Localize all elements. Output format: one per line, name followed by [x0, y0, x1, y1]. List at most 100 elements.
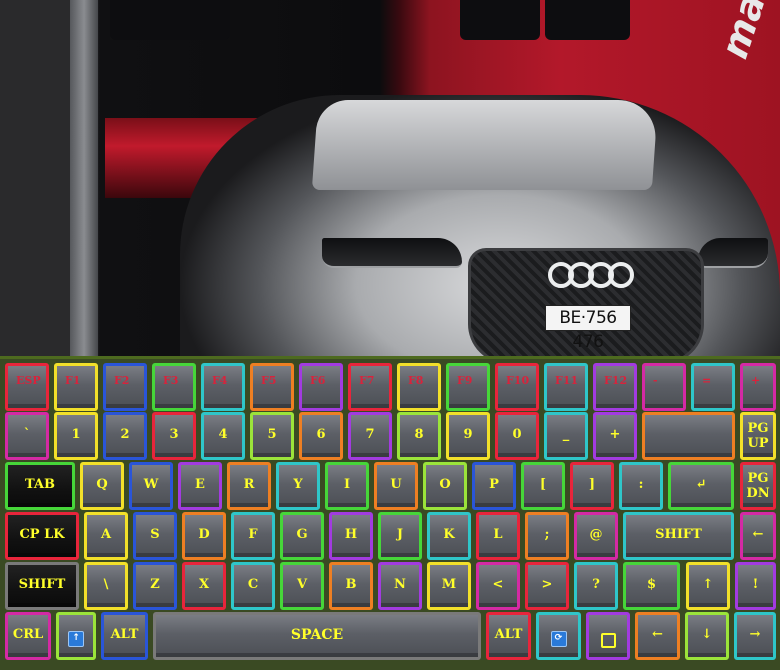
key-n[interactable]: N — [378, 562, 422, 610]
key-label: U — [390, 477, 402, 492]
key-refresh[interactable]: ⟳ — [536, 612, 581, 660]
key-u[interactable]: U — [374, 462, 418, 510]
key-label: CRL — [12, 627, 44, 642]
key-f11[interactable]: F11 — [544, 363, 588, 411]
key-3[interactable]: 3 — [152, 412, 196, 460]
key-right-bracket[interactable]: ] — [570, 462, 614, 510]
key-f3[interactable]: F3 — [152, 363, 196, 411]
key-label: SHIFT — [18, 577, 66, 592]
key-left-bracket[interactable]: [ — [521, 462, 565, 510]
key-0[interactable]: 0 — [495, 412, 539, 460]
key-v[interactable]: V — [280, 562, 324, 610]
key-1[interactable]: 1 — [54, 412, 98, 460]
key-l[interactable]: L — [476, 512, 520, 560]
key-pg-up[interactable]: PG UP — [740, 412, 776, 460]
key-alt[interactable]: ALT — [101, 612, 148, 660]
key-arrow-up[interactable]: ↑ — [686, 562, 730, 610]
key-e[interactable]: E — [178, 462, 222, 510]
license-plate: BE·756 476 — [545, 305, 631, 352]
key-arrow-left[interactable]: ← — [740, 512, 776, 560]
key-shift[interactable]: SHIFT — [623, 512, 734, 560]
key-question[interactable]: ? — [574, 562, 618, 610]
key-plus[interactable]: + — [740, 363, 776, 411]
key-label: SPACE — [290, 627, 344, 643]
key-colon[interactable]: : — [619, 462, 663, 510]
key-i[interactable]: I — [325, 462, 369, 510]
key-h[interactable]: H — [329, 512, 373, 560]
key-f7[interactable]: F7 — [348, 363, 392, 411]
key-label: W — [143, 477, 159, 492]
key-space[interactable]: SPACE — [153, 612, 481, 660]
key-label: 1 — [71, 427, 81, 442]
key-8[interactable]: 8 — [397, 412, 441, 460]
key-4[interactable]: 4 — [201, 412, 245, 460]
key-esp[interactable]: ESP — [5, 363, 49, 411]
key-label: Y — [293, 477, 303, 492]
key-9[interactable]: 9 — [446, 412, 490, 460]
key-f2[interactable]: F2 — [103, 363, 147, 411]
key-f12[interactable]: F12 — [593, 363, 637, 411]
key-r[interactable]: R — [227, 462, 271, 510]
key-less-than[interactable]: < — [476, 562, 520, 610]
key-g[interactable]: G — [280, 512, 324, 560]
key-b[interactable]: B — [329, 562, 373, 610]
key-c[interactable]: C — [231, 562, 275, 610]
key-f[interactable]: F — [231, 512, 275, 560]
key-o[interactable]: O — [423, 462, 467, 510]
key-d[interactable]: D — [182, 512, 226, 560]
key-blank[interactable] — [642, 412, 735, 460]
key-plus[interactable]: + — [593, 412, 637, 460]
key-2[interactable]: 2 — [103, 412, 147, 460]
key-f9[interactable]: F9 — [446, 363, 490, 411]
key-tab[interactable]: TAB — [5, 462, 75, 510]
key-6[interactable]: 6 — [299, 412, 343, 460]
key-x[interactable]: X — [182, 562, 226, 610]
key-f1[interactable]: F1 — [54, 363, 98, 411]
key-label: ! — [752, 577, 759, 592]
key-arrow-right[interactable]: → — [734, 612, 776, 660]
key-square[interactable] — [586, 612, 630, 660]
key-backtick[interactable]: ` — [5, 412, 49, 460]
key-enter[interactable]: ↵ — [668, 462, 734, 510]
key-arrow-left[interactable]: ← — [635, 612, 680, 660]
key-minus[interactable]: - — [642, 363, 686, 411]
key-label: + — [751, 374, 761, 387]
key-exclamation[interactable]: ! — [735, 562, 776, 610]
key-7[interactable]: 7 — [348, 412, 392, 460]
key-f8[interactable]: F8 — [397, 363, 441, 411]
key-q[interactable]: Q — [80, 462, 124, 510]
key-label: ↓ — [701, 627, 713, 642]
key-s[interactable]: S — [133, 512, 177, 560]
key-f10[interactable]: F10 — [495, 363, 539, 411]
key-equals[interactable]: = — [691, 363, 735, 411]
key-alt[interactable]: ALT — [486, 612, 531, 660]
key-arrow-down[interactable]: ↓ — [685, 612, 729, 660]
key-pg-dn[interactable]: PG DN — [740, 462, 776, 510]
key-f6[interactable]: F6 — [299, 363, 343, 411]
key-k[interactable]: K — [427, 512, 471, 560]
key-j[interactable]: J — [378, 512, 422, 560]
key-semicolon[interactable]: ; — [525, 512, 569, 560]
key-backslash[interactable]: \ — [84, 562, 128, 610]
key-arrow-up[interactable]: ↑ — [56, 612, 96, 660]
key-z[interactable]: Z — [133, 562, 177, 610]
key-p[interactable]: P — [472, 462, 516, 510]
key-at[interactable]: @ — [574, 512, 618, 560]
key-w[interactable]: W — [129, 462, 173, 510]
key-label: O — [439, 477, 451, 492]
key-f4[interactable]: F4 — [201, 363, 245, 411]
key-shift[interactable]: SHIFT — [5, 562, 79, 610]
key-f5[interactable]: F5 — [250, 363, 294, 411]
key-crl[interactable]: CRL — [5, 612, 51, 660]
key-label: 0 — [512, 427, 522, 442]
key-cp-lk[interactable]: CP LK — [5, 512, 79, 560]
key-m[interactable]: M — [427, 562, 471, 610]
key-greater-than[interactable]: > — [525, 562, 569, 610]
key-underscore[interactable]: _ — [544, 412, 588, 460]
key-5[interactable]: 5 — [250, 412, 294, 460]
key-y[interactable]: Y — [276, 462, 320, 510]
garage-pillar — [70, 0, 98, 356]
key-dollar[interactable]: $ — [623, 562, 680, 610]
key-a[interactable]: A — [84, 512, 128, 560]
key-label: ↑ — [702, 577, 714, 592]
